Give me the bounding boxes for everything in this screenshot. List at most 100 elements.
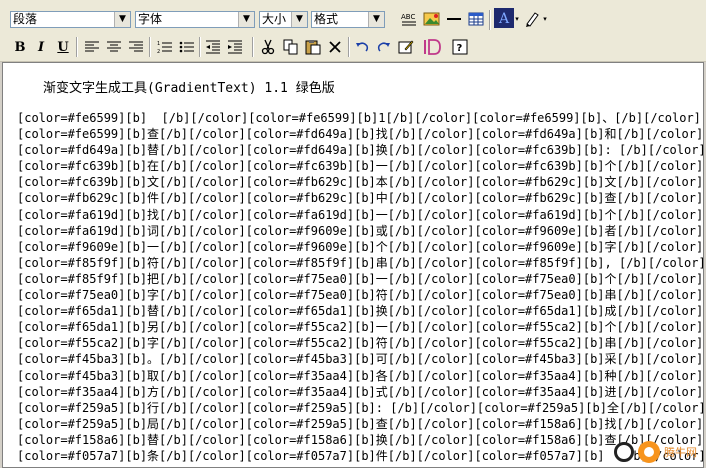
copy-icon xyxy=(283,39,298,55)
outdent-button[interactable] xyxy=(203,37,223,57)
text-line: [color=#f158a6][b]替[/b][/color][color=#f… xyxy=(17,432,704,447)
text-line: [color=#f35aa4][b]方[/b][/color][color=#f… xyxy=(17,384,704,399)
watermark-logo: 腾牛网 xyxy=(614,441,697,463)
text-color-dropdown[interactable]: ▾ xyxy=(513,9,521,29)
text-line: [color=#fc639b][b]文[/b][/color][color=#f… xyxy=(17,175,704,190)
svg-text:ABC: ABC xyxy=(401,13,415,21)
align-center-icon xyxy=(107,41,121,52)
insert-table-button[interactable] xyxy=(466,9,486,29)
chevron-down-icon: ▾ xyxy=(543,15,547,23)
text-line: [color=#fa619d][b]找[/b][/color][color=#f… xyxy=(17,207,704,222)
edit-note-button[interactable] xyxy=(396,37,416,57)
format-select-value: 格式 xyxy=(314,12,339,26)
text-line: [color=#f259a5][b]行[/b][/color][color=#f… xyxy=(17,400,704,415)
bold-label: B xyxy=(14,39,26,55)
logo-ring-icon xyxy=(614,442,634,462)
text-color-button[interactable]: A xyxy=(493,8,515,28)
size-select-value: 大小 xyxy=(262,12,287,26)
bullet-list-button[interactable] xyxy=(177,37,197,57)
align-right-icon xyxy=(129,41,143,52)
logo-orange-icon xyxy=(638,441,660,463)
text-line: [color=#fc639b][b]在[/b][/color][color=#f… xyxy=(17,159,704,174)
toolbar-divider xyxy=(149,37,151,57)
align-left-icon xyxy=(85,41,99,52)
toolbar-divider xyxy=(252,37,254,57)
text-line: [color=#f85f9f][b]符[/b][/color][color=#f… xyxy=(17,255,704,270)
font-color-icon: A xyxy=(494,8,514,28)
svg-text:1: 1 xyxy=(157,41,160,47)
text-line: [color=#fa619d][b]词[/b][/color][color=#f… xyxy=(17,223,704,238)
chevron-down-icon: ▼ xyxy=(238,12,254,27)
chevron-down-icon: ▼ xyxy=(368,12,384,27)
text-editor-area[interactable]: 渐变文字生成工具(GradientText) 1.1 绿色版 [color=#f… xyxy=(2,62,704,468)
text-line: [color=#f55ca2][b]字[/b][/color][color=#f… xyxy=(17,336,704,351)
spellcheck-icon: ABC xyxy=(401,13,416,26)
format-toolbar: 段落 ▼ 字体 ▼ 大小 ▼ 格式 ▼ ABC A ▾ ▾ xyxy=(0,0,706,34)
svg-text:?: ? xyxy=(457,43,463,54)
paste-icon xyxy=(305,40,321,55)
horizontal-rule-icon xyxy=(447,18,461,20)
text-line: [color=#f65da1][b]另[/b][/color][color=#f… xyxy=(17,320,704,335)
text-line: [color=#f75ea0][b]字[/b][/color][color=#f… xyxy=(17,288,704,303)
toolbar-divider xyxy=(348,37,350,57)
svg-text:A: A xyxy=(498,11,510,27)
align-right-button[interactable] xyxy=(126,37,146,57)
indent-button[interactable] xyxy=(225,37,245,57)
italic-label: I xyxy=(37,39,45,55)
align-left-button[interactable] xyxy=(82,37,102,57)
cut-button[interactable] xyxy=(258,37,278,57)
text-line: [color=#fb629c][b]件[/b][/color][color=#f… xyxy=(17,191,704,206)
copy-button[interactable] xyxy=(281,37,301,57)
abc-spellcheck-button[interactable]: ABC xyxy=(399,9,419,29)
scissors-icon xyxy=(261,39,275,55)
edit-toolbar: B I U 12 ? xyxy=(0,33,706,62)
document-title: 渐变文字生成工具(GradientText) 1.1 绿色版 xyxy=(43,81,335,96)
highlighter-icon xyxy=(526,12,539,27)
numbered-list-icon: 12 xyxy=(157,41,172,54)
image-icon xyxy=(423,12,440,26)
svg-text:2: 2 xyxy=(157,49,160,54)
note-edit-icon xyxy=(398,40,414,54)
paste-button[interactable] xyxy=(303,37,323,57)
help-icon: ? xyxy=(452,39,468,55)
undo-button[interactable] xyxy=(352,37,372,57)
redo-button[interactable] xyxy=(374,37,394,57)
help-button[interactable]: ? xyxy=(450,37,470,57)
id-icon xyxy=(424,39,441,55)
highlight-color-dropdown[interactable]: ▾ xyxy=(541,9,549,29)
text-line: [color=#fe6599][b] [/b][/color][color=#f… xyxy=(17,111,701,125)
chevron-down-icon: ▼ xyxy=(114,12,130,27)
close-icon xyxy=(329,41,341,53)
text-line: [color=#f057a7][b]条[/b][/color][color=#f… xyxy=(17,448,704,463)
chevron-down-icon: ▾ xyxy=(515,15,519,23)
font-select-value: 字体 xyxy=(138,12,163,26)
horizontal-rule-button[interactable] xyxy=(444,9,464,29)
chevron-down-icon: ▼ xyxy=(291,12,307,27)
italic-button[interactable]: I xyxy=(31,37,51,57)
underline-label: U xyxy=(57,39,69,55)
id-button[interactable] xyxy=(420,37,444,57)
text-line: [color=#f9609e][b]一[/b][/color][color=#f… xyxy=(17,239,704,254)
highlight-color-button[interactable] xyxy=(522,9,542,29)
text-line: [color=#f65da1][b]替[/b][/color][color=#f… xyxy=(17,304,704,319)
size-select[interactable]: 大小 ▼ xyxy=(259,11,308,28)
toolbar-divider xyxy=(76,37,78,57)
delete-button[interactable] xyxy=(325,37,345,57)
underline-button[interactable]: U xyxy=(53,37,73,57)
editor-content: [color=#fe6599][b] [/b][/color][color=#f… xyxy=(17,110,704,464)
paragraph-select[interactable]: 段落 ▼ xyxy=(10,11,131,28)
table-icon xyxy=(468,12,484,26)
redo-icon xyxy=(377,42,390,52)
toolbar-divider xyxy=(199,37,201,57)
paragraph-select-value: 段落 xyxy=(13,12,38,26)
indent-icon xyxy=(228,40,242,54)
format-select[interactable]: 格式 ▼ xyxy=(311,11,385,28)
align-center-button[interactable] xyxy=(104,37,124,57)
toolbar-divider xyxy=(489,10,491,30)
insert-image-button[interactable] xyxy=(422,9,442,29)
bold-button[interactable]: B xyxy=(10,37,30,57)
text-line: [color=#fd649a][b]替[/b][/color][color=#f… xyxy=(17,143,704,158)
font-select[interactable]: 字体 ▼ xyxy=(135,11,255,28)
text-line: [color=#f45ba3][b]取[/b][/color][color=#f… xyxy=(17,368,704,383)
numbered-list-button[interactable]: 12 xyxy=(155,37,175,57)
